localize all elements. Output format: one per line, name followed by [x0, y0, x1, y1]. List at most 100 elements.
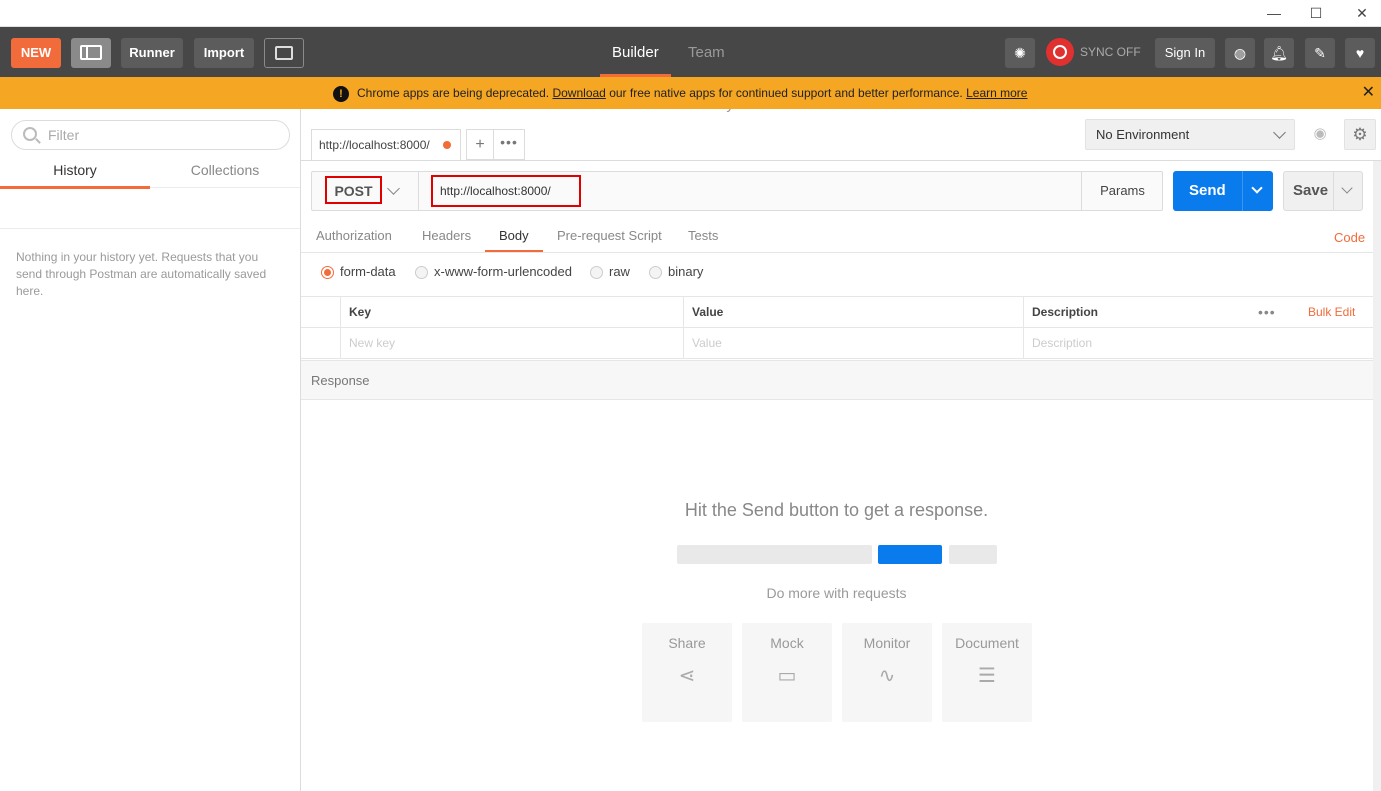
send-options-chevron-icon[interactable]: [1251, 182, 1263, 194]
card-label: Mock: [770, 635, 804, 651]
request-tab-title: http://localhost:8000/: [319, 138, 430, 152]
add-tab-button[interactable]: +: [466, 129, 494, 160]
sign-in-button[interactable]: Sign In: [1155, 38, 1215, 68]
card-document[interactable]: Document ☰: [942, 623, 1032, 722]
radio-raw[interactable]: raw: [590, 263, 630, 281]
radio-form-data[interactable]: form-data: [321, 263, 396, 281]
column-value: Value: [683, 297, 1023, 328]
new-value-input[interactable]: Value: [683, 328, 1023, 359]
sidebar: History Collections Nothing in your hist…: [0, 109, 301, 791]
url-input[interactable]: [433, 177, 579, 205]
maximize-button[interactable]: ☐: [1304, 3, 1328, 23]
send-button[interactable]: Send: [1173, 171, 1273, 211]
tab-pre-request-script[interactable]: Pre-request Script: [557, 220, 662, 252]
heart-button[interactable]: ♥: [1345, 38, 1375, 68]
card-label: Share: [668, 635, 706, 651]
interceptor-button[interactable]: ✺: [1005, 38, 1035, 68]
main-scrollbar[interactable]: [1373, 161, 1381, 791]
card-label: Monitor: [863, 635, 911, 651]
sidebar-tabs: History Collections: [0, 155, 300, 189]
pulse-icon: ∿: [878, 665, 896, 687]
tab-tests[interactable]: Tests: [688, 220, 718, 252]
environment-value: No Environment: [1096, 127, 1190, 142]
save-label: Save: [1293, 182, 1329, 199]
new-description-input[interactable]: Description: [1023, 328, 1373, 359]
params-button[interactable]: Params: [1081, 172, 1163, 210]
more-tabs-button[interactable]: •••: [494, 129, 525, 160]
placeholder-bar: [677, 545, 872, 564]
response-hint: Hit the Send button to get a response.: [684, 500, 989, 520]
radio-binary[interactable]: binary: [649, 263, 703, 281]
tab-strip-divider: [301, 160, 1381, 161]
new-window-button[interactable]: [264, 38, 304, 68]
send-split-divider: [1242, 171, 1243, 211]
environment-select[interactable]: No Environment: [1085, 119, 1295, 150]
method-divider: [418, 172, 419, 210]
response-title: Response: [311, 373, 370, 388]
sync-label: SYNC OFF: [1080, 45, 1141, 59]
tab-headers[interactable]: Headers: [422, 220, 471, 252]
tab-history[interactable]: History: [0, 155, 150, 189]
unsaved-dot-icon: [443, 141, 451, 149]
radio-x-www-form-urlencoded[interactable]: x-www-form-urlencoded: [415, 263, 572, 281]
card-mock[interactable]: Mock ▭: [742, 623, 832, 722]
window-close-button[interactable]: ✕: [1350, 3, 1374, 23]
warning-icon: !: [333, 85, 349, 102]
banner-text-after: our free native apps for continued suppo…: [609, 86, 963, 100]
import-button[interactable]: Import: [194, 38, 254, 68]
app-header: NEW Runner Import Builder Team Library ✺…: [0, 27, 1381, 113]
bulk-edit-link[interactable]: Bulk Edit: [1308, 297, 1355, 328]
share-icon: ⋖: [678, 665, 696, 687]
heart-icon: ♥: [1355, 45, 1365, 61]
method-select[interactable]: POST: [325, 176, 382, 204]
table-row: New key Value Description: [301, 328, 1373, 359]
globe-icon: ◍: [1233, 45, 1247, 61]
manage-environments-button[interactable]: ⚙: [1344, 119, 1376, 150]
toggle-sidebar-button[interactable]: [71, 38, 111, 68]
window-title-bar: — ☐ ✕: [0, 0, 1381, 27]
sync-icon: [1046, 38, 1074, 66]
filter-field[interactable]: [11, 120, 290, 150]
settings-button[interactable]: ✎: [1305, 38, 1335, 68]
satellite-icon: ✺: [1014, 45, 1026, 61]
form-data-table: Key Value Description ••• Bulk Edit New …: [301, 296, 1373, 359]
filter-input[interactable]: [48, 125, 278, 145]
notifications-button[interactable]: 🔔︎: [1264, 38, 1294, 68]
url-field[interactable]: [431, 175, 581, 207]
sidebar-layout-icon: [80, 45, 102, 60]
save-split-divider: [1333, 172, 1334, 210]
globe-button[interactable]: ◍: [1225, 38, 1255, 68]
table-options-button[interactable]: •••: [1258, 297, 1276, 328]
tab-body[interactable]: Body: [485, 220, 543, 252]
code-link[interactable]: Code: [1334, 222, 1365, 254]
banner-text-before: Chrome apps are being deprecated.: [357, 86, 550, 100]
card-monitor[interactable]: Monitor ∿: [842, 623, 932, 722]
bell-icon: 🔔︎: [1270, 45, 1288, 61]
placeholder-bar: [949, 545, 997, 564]
table-header-row: Key Value Description ••• Bulk Edit: [301, 297, 1373, 328]
tab-collections[interactable]: Collections: [150, 155, 300, 188]
tab-authorization[interactable]: Authorization: [316, 220, 392, 252]
do-more-label: Do more with requests: [766, 585, 907, 601]
tab-team-library[interactable]: Team Library: [688, 27, 734, 113]
deprecation-banner: ! Chrome apps are being deprecated. Downl…: [0, 77, 1381, 109]
chevron-down-icon[interactable]: [387, 182, 400, 195]
request-tab[interactable]: http://localhost:8000/: [311, 129, 461, 160]
new-button[interactable]: NEW: [11, 38, 61, 68]
runner-button[interactable]: Runner: [121, 38, 183, 68]
learn-more-link[interactable]: Learn more: [966, 86, 1027, 100]
subtabs-divider: [301, 252, 1373, 253]
card-share[interactable]: Share ⋖: [642, 623, 732, 722]
new-key-input[interactable]: New key: [340, 328, 683, 359]
save-button[interactable]: Save: [1283, 171, 1363, 211]
environment-quick-look-button[interactable]: ◉: [1305, 119, 1335, 150]
minimize-button[interactable]: —: [1262, 3, 1286, 23]
column-key: Key: [340, 297, 683, 328]
download-link[interactable]: Download: [552, 86, 605, 100]
save-options-chevron-icon[interactable]: [1341, 182, 1353, 194]
banner-close-icon[interactable]: ✕: [1362, 77, 1375, 109]
search-icon: [23, 127, 37, 141]
new-window-icon: [275, 46, 293, 60]
response-header: Response: [301, 360, 1373, 400]
tab-builder[interactable]: Builder: [600, 27, 671, 77]
